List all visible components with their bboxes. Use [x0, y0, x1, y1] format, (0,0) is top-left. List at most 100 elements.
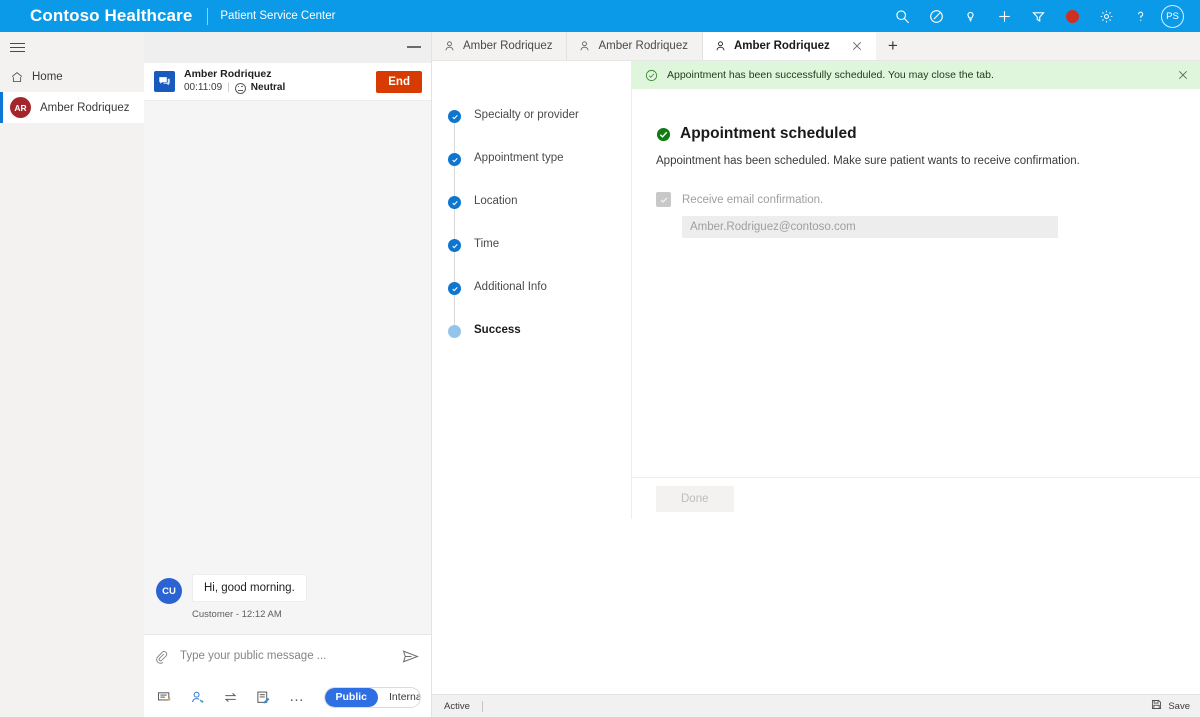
conversation-header: Amber Rodriquez 00:11:09 | Neutral End	[144, 63, 431, 101]
chat-channel-icon	[154, 71, 175, 92]
paperclip-icon[interactable]	[154, 649, 168, 664]
step-label: Time	[474, 238, 499, 250]
step-label: Appointment type	[474, 152, 564, 164]
save-icon	[1151, 699, 1162, 713]
end-conversation-button[interactable]: End	[376, 71, 422, 93]
record-status: Active	[444, 701, 470, 712]
step-current-icon	[448, 325, 461, 338]
message-visibility-toggle[interactable]: Public Internal	[324, 687, 422, 708]
status-divider	[482, 701, 483, 712]
sidebar-item-amber-rodriquez[interactable]: AR Amber Rodriquez	[0, 92, 144, 123]
step-additional-info[interactable]: Additional Info	[432, 281, 631, 324]
relationship-assistant-icon[interactable]	[919, 0, 953, 32]
step-specialty-or-provider[interactable]: Specialty or provider	[432, 109, 631, 152]
home-icon	[10, 70, 32, 84]
tab-amber-rodriquez-1[interactable]: Amber Rodriquez	[432, 32, 567, 60]
help-icon[interactable]	[1123, 0, 1157, 32]
close-icon[interactable]	[1178, 70, 1188, 80]
agent-search-icon[interactable]	[190, 690, 205, 705]
conversation-substatus: 00:11:09 | Neutral	[184, 81, 376, 95]
tab-label: Amber Rodriquez	[734, 40, 830, 52]
step-appointment-type[interactable]: Appointment type	[432, 152, 631, 195]
sidebar-item-label: Amber Rodriquez	[40, 102, 129, 114]
page-description: Appointment has been scheduled. Make sur…	[656, 155, 1200, 167]
lightbulb-icon[interactable]	[953, 0, 987, 32]
email-field[interactable]: Amber.Rodriguez@contoso.com	[682, 216, 1058, 238]
filter-icon[interactable]	[1021, 0, 1055, 32]
chat-message-meta: Customer - 12:12 AM	[192, 609, 307, 620]
tab-amber-rodriquez-3[interactable]: Amber Rodriquez	[703, 32, 876, 60]
app-subtitle: Patient Service Center	[220, 10, 335, 22]
step-complete-icon	[448, 110, 461, 123]
save-label: Save	[1168, 701, 1190, 712]
person-icon	[444, 40, 455, 52]
hamburger-icon[interactable]	[0, 32, 144, 62]
step-connector	[454, 209, 455, 239]
step-complete-icon	[448, 239, 461, 252]
conversation-titlebar	[144, 32, 431, 63]
conversation-customer-name: Amber Rodriquez	[184, 68, 376, 81]
record-icon[interactable]	[1055, 0, 1089, 32]
save-button[interactable]: Save	[1151, 699, 1190, 713]
step-connector	[454, 252, 455, 282]
minimize-icon[interactable]	[407, 46, 421, 48]
conversation-duration: 00:11:09	[184, 81, 222, 95]
panel-footer: Done	[632, 477, 1200, 519]
send-icon[interactable]	[402, 649, 419, 664]
message-input[interactable]: Type your public message ...	[180, 650, 402, 662]
appointment-stepper: Specialty or provider Appointment type	[432, 61, 632, 519]
left-navigation: Home AR Amber Rodriquez	[0, 32, 144, 717]
step-time[interactable]: Time	[432, 238, 631, 281]
appointment-success-panel: Appointment scheduled Appointment has be…	[632, 89, 1200, 477]
step-label: Success	[474, 324, 521, 336]
settings-icon[interactable]	[1089, 0, 1123, 32]
conversation-transcript: CU Hi, good morning. Customer - 12:12 AM	[144, 101, 431, 634]
more-options-icon[interactable]: …	[289, 694, 306, 700]
person-icon	[715, 40, 726, 52]
new-tab-button[interactable]: +	[876, 32, 910, 60]
step-connector	[454, 166, 455, 196]
neutral-sentiment-icon	[235, 83, 246, 94]
quick-reply-icon[interactable]	[157, 690, 172, 705]
header-icon-group: PS	[885, 0, 1200, 32]
visibility-internal-option[interactable]: Internal	[378, 688, 421, 707]
page-title: Appointment scheduled	[656, 125, 1200, 143]
tab-label: Amber Rodriquez	[598, 40, 687, 52]
transfer-icon[interactable]	[223, 690, 238, 705]
email-confirmation-row: Receive email confirmation.	[656, 192, 1200, 207]
app-window: Contoso Healthcare Patient Service Cente…	[0, 0, 1200, 717]
step-location[interactable]: Location	[432, 195, 631, 238]
notes-icon[interactable]	[256, 690, 271, 705]
step-label: Additional Info	[474, 281, 547, 293]
receive-email-checkbox[interactable]	[656, 192, 671, 207]
check-circle-icon	[645, 69, 658, 82]
content-filler	[432, 519, 1200, 694]
done-button[interactable]: Done	[656, 486, 734, 512]
close-icon[interactable]	[852, 41, 862, 51]
step-success[interactable]: Success	[432, 324, 631, 367]
step-connector	[454, 295, 455, 325]
step-label: Specialty or provider	[474, 109, 579, 121]
sidebar-item-home[interactable]: Home	[0, 62, 144, 92]
app-title: Contoso Healthcare	[30, 6, 192, 26]
success-notification: Appointment has been successfully schedu…	[632, 61, 1200, 89]
user-avatar[interactable]: PS	[1161, 5, 1184, 28]
chat-message-text: Hi, good morning.	[192, 574, 307, 602]
step-complete-icon	[448, 282, 461, 295]
conversation-meta: Amber Rodriquez 00:11:09 | Neutral	[184, 68, 376, 95]
receive-email-label: Receive email confirmation.	[682, 194, 823, 206]
message-composer: Type your public message ...	[144, 634, 431, 717]
notification-message: Appointment has been successfully schedu…	[667, 69, 1178, 81]
add-icon[interactable]	[987, 0, 1021, 32]
step-connector	[454, 123, 455, 153]
step-complete-icon	[448, 153, 461, 166]
conversation-sentiment: Neutral	[251, 81, 285, 95]
person-icon	[579, 40, 590, 52]
search-icon[interactable]	[885, 0, 919, 32]
step-complete-icon	[448, 196, 461, 209]
status-bar: Active Save	[432, 694, 1200, 717]
tab-amber-rodriquez-2[interactable]: Amber Rodriquez	[567, 32, 702, 60]
visibility-public-option[interactable]: Public	[325, 688, 379, 707]
tab-label: Amber Rodriquez	[463, 40, 552, 52]
sidebar-item-label: Home	[32, 71, 63, 83]
